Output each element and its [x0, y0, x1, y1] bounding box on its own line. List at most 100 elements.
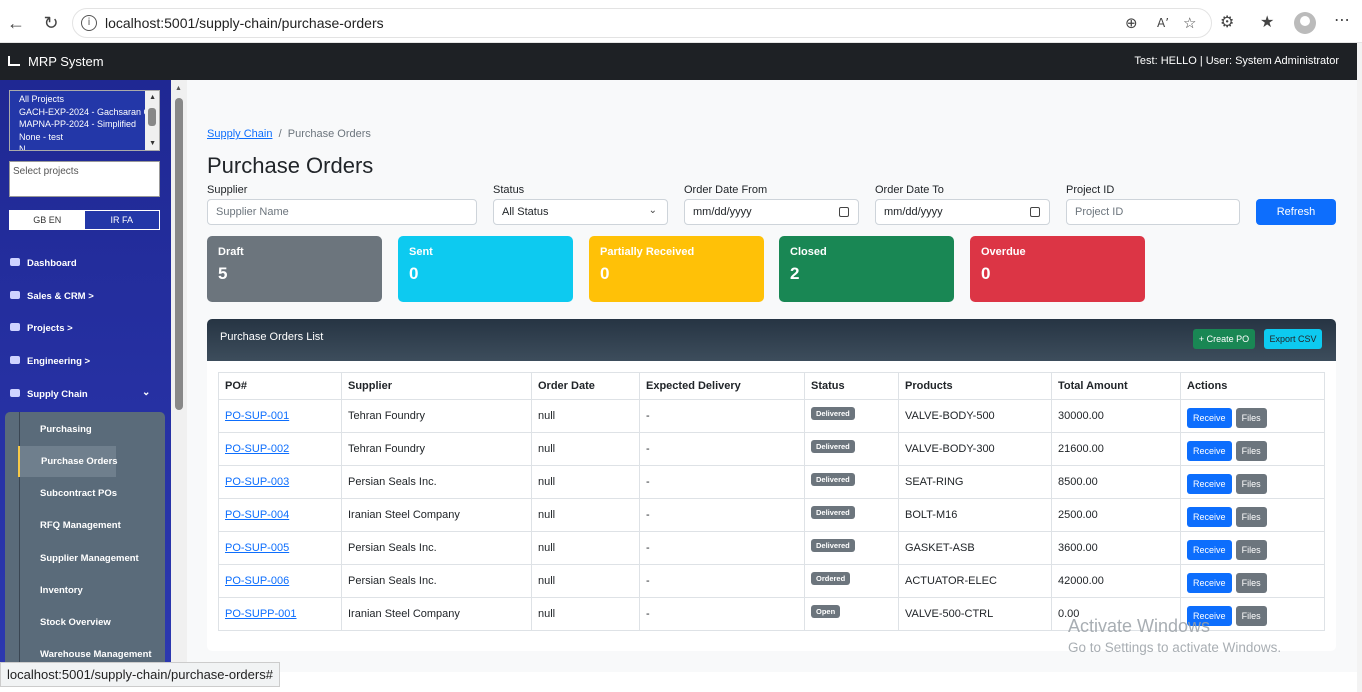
products-cell: SEAT-RING	[905, 476, 964, 488]
files-button[interactable]: Files	[1235, 408, 1267, 428]
files-button[interactable]: Files	[1235, 507, 1267, 527]
receive-button[interactable]: Receive	[1187, 474, 1232, 494]
lang-fa-button[interactable]: IR FA	[84, 211, 159, 229]
po-link[interactable]: PO-SUPP-001	[225, 608, 297, 620]
column-header[interactable]: Order Date	[531, 372, 640, 400]
column-header[interactable]: Total Amount	[1051, 372, 1181, 400]
project-option[interactable]: N...	[10, 143, 159, 150]
brand[interactable]: MRP System	[8, 54, 104, 69]
supplier-input[interactable]: Supplier Name	[207, 199, 477, 225]
column-header[interactable]: Supplier	[341, 372, 532, 400]
reload-icon[interactable]: ↻	[40, 12, 62, 34]
scroll-down-icon[interactable]: ▼	[149, 140, 156, 147]
purchase-orders-panel: Purchase Orders List + Create PO Export …	[207, 319, 1336, 651]
table-cell: null	[531, 531, 640, 565]
site-info-icon[interactable]: i	[81, 15, 97, 31]
zoom-icon[interactable]: ⊕	[1125, 14, 1138, 32]
table-cell: 42000.00	[1051, 564, 1181, 598]
menu-supply-chain[interactable]: Supply Chain ⌄	[10, 387, 150, 400]
listbox-scroll-thumb[interactable]	[148, 108, 156, 126]
submenu-purchase-orders[interactable]: Purchase Orders	[18, 446, 118, 477]
more-menu-icon[interactable]: ⋯	[1334, 10, 1350, 29]
project-option[interactable]: GACH-EXP-2024 - Gachsaran C	[10, 106, 159, 119]
table-cell: PO-SUP-006	[218, 564, 342, 598]
favorites-icon[interactable]: ★	[1260, 12, 1274, 31]
create-po-button[interactable]: + Create PO	[1193, 329, 1255, 349]
status-label: Status	[493, 184, 525, 196]
panel-header: Purchase Orders List + Create PO Export …	[207, 319, 1336, 361]
project-option[interactable]: MAPNA-PP-2024 - Simplified	[10, 118, 159, 131]
files-button[interactable]: Files	[1235, 540, 1267, 560]
table-cell: GASKET-ASB	[898, 531, 1052, 565]
menu-engineering[interactable]: Engineering >	[10, 356, 90, 367]
calendar-icon[interactable]	[839, 207, 849, 217]
sidebar-scrollbar[interactable]: ▲	[171, 80, 187, 672]
po-link[interactable]: PO-SUP-003	[225, 476, 289, 488]
po-link[interactable]: PO-SUP-001	[225, 410, 289, 422]
column-header[interactable]: PO#	[218, 372, 342, 400]
products-cell: ACTUATOR-ELEC	[905, 575, 997, 587]
table-cell: Open	[804, 597, 899, 631]
extensions-icon[interactable]: ⚙	[1220, 12, 1234, 31]
read-aloud-icon[interactable]: A’	[1157, 16, 1169, 30]
order-date-cell: null	[538, 575, 556, 587]
project-option[interactable]: None - test	[10, 131, 159, 144]
menu-dashboard[interactable]: Dashboard	[10, 258, 77, 269]
project-option[interactable]: All Projects	[10, 91, 159, 106]
export-csv-button[interactable]: Export CSV	[1264, 329, 1322, 349]
receive-button[interactable]: Receive	[1187, 540, 1232, 560]
project-listbox[interactable]: All Projects GACH-EXP-2024 - Gachsaran C…	[9, 90, 160, 151]
submenu-subcontract-pos[interactable]: Subcontract POs	[40, 488, 117, 499]
receive-button[interactable]: Receive	[1187, 573, 1232, 593]
refresh-button[interactable]: Refresh	[1256, 199, 1336, 225]
column-header[interactable]: Status	[804, 372, 899, 400]
column-header[interactable]: Products	[898, 372, 1052, 400]
status-card-draft: Draft 5	[207, 236, 382, 302]
po-link[interactable]: PO-SUP-004	[225, 509, 289, 521]
table-row: PO-SUP-004 Iranian Steel Company null - Deli…	[218, 498, 1325, 532]
favorite-star-icon[interactable]: ☆	[1183, 14, 1196, 32]
submenu-warehouse-management[interactable]: Warehouse Management	[40, 649, 152, 660]
order-date-from-input[interactable]: mm/dd/yyyy	[684, 199, 859, 225]
receive-button[interactable]: Receive	[1187, 441, 1232, 461]
status-select[interactable]: All Status ⌄	[493, 199, 668, 225]
breadcrumb-separator: /	[278, 128, 282, 140]
menu-sales-crm[interactable]: Sales & CRM >	[10, 291, 94, 302]
column-header[interactable]: Expected Delivery	[639, 372, 805, 400]
receive-button[interactable]: Receive	[1187, 507, 1232, 527]
files-button[interactable]: Files	[1235, 441, 1267, 461]
po-link[interactable]: PO-SUP-005	[225, 542, 289, 554]
table-cell: -	[639, 498, 805, 532]
page-scrollbar[interactable]	[1357, 43, 1362, 692]
submenu-purchasing[interactable]: Purchasing	[40, 424, 92, 435]
back-icon[interactable]: ←	[5, 12, 27, 34]
products-cell: GASKET-ASB	[905, 542, 975, 554]
table-cell: Delivered	[804, 498, 899, 532]
receive-button[interactable]: Receive	[1187, 408, 1232, 428]
project-id-input[interactable]: Project ID	[1066, 199, 1240, 225]
submenu-supplier-management[interactable]: Supplier Management	[40, 553, 139, 564]
submenu-stock-overview[interactable]: Stock Overview	[40, 617, 111, 628]
sidebar-scroll-thumb[interactable]	[175, 98, 183, 410]
files-button[interactable]: Files	[1235, 606, 1267, 626]
files-button[interactable]: Files	[1235, 573, 1267, 593]
breadcrumb-supply-chain[interactable]: Supply Chain	[207, 128, 272, 140]
calendar-icon[interactable]	[1030, 207, 1040, 217]
po-link[interactable]: PO-SUP-002	[225, 443, 289, 455]
scroll-up-icon[interactable]: ▲	[175, 85, 182, 92]
address-bar[interactable]: i localhost:5001/supply-chain/purchase-o…	[72, 8, 1212, 38]
order-date-to-input[interactable]: mm/dd/yyyy	[875, 199, 1050, 225]
menu-projects[interactable]: Projects >	[10, 323, 73, 334]
profile-avatar[interactable]	[1294, 12, 1316, 34]
lang-en-button[interactable]: GB EN	[10, 211, 85, 229]
scroll-up-icon[interactable]: ▲	[149, 94, 156, 101]
select-projects-input[interactable]: Select projects	[9, 161, 160, 197]
submenu-rfq-management[interactable]: RFQ Management	[40, 520, 121, 531]
po-link[interactable]: PO-SUP-006	[225, 575, 289, 587]
menu-label: Sales & CRM >	[27, 291, 94, 302]
submenu-inventory[interactable]: Inventory	[40, 585, 83, 596]
supplier-cell: Persian Seals Inc.	[348, 476, 437, 488]
total-amount-cell: 2500.00	[1058, 509, 1098, 521]
menu-label: Dashboard	[27, 258, 77, 269]
files-button[interactable]: Files	[1235, 474, 1267, 494]
